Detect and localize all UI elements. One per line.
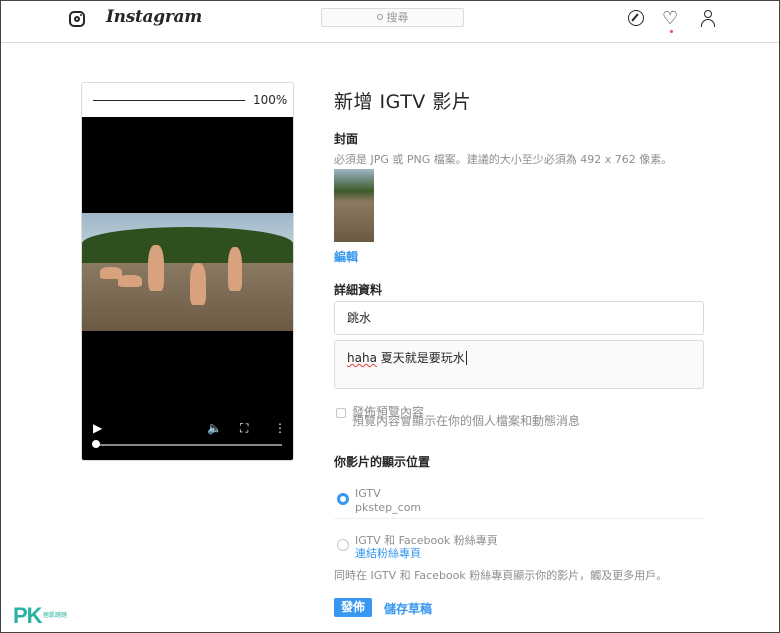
upload-progress-bar (93, 100, 245, 101)
seek-bar[interactable] (96, 444, 282, 446)
description-text: 夏天就是要玩水 (376, 351, 465, 365)
placement-label: 你影片的顯示位置 (334, 455, 431, 469)
video-preview-panel: 100% ▶ 🔈 ⛶ ⋮ (81, 82, 294, 461)
save-draft-button[interactable]: 儲存草稿 (384, 600, 432, 617)
preview-checkbox-sub: 預覽內容會顯示在你的個人檔案和動態消息 (352, 414, 581, 428)
video-player[interactable]: ▶ 🔈 ⛶ ⋮ (82, 117, 293, 460)
watermark-sub: 痞凱踏踏 (43, 612, 68, 619)
preview-checkbox[interactable] (336, 408, 346, 418)
description-field[interactable]: haha 夏天就是要玩水 (334, 340, 704, 389)
search-icon (376, 14, 383, 20)
upload-progress-percent: 100% (253, 93, 288, 107)
details-label: 詳細資料 (334, 283, 383, 297)
compass-icon[interactable] (628, 10, 644, 26)
radio-igtv-facebook[interactable] (337, 539, 349, 551)
description-prefix: haha (347, 351, 377, 365)
notification-dot (670, 30, 673, 33)
publish-button[interactable]: 發佈 (334, 598, 372, 617)
fullscreen-icon[interactable]: ⛶ (240, 421, 248, 436)
page-title: 新增 IGTV 影片 (334, 91, 472, 113)
search-placeholder: 搜尋 (386, 11, 409, 24)
top-navigation-bar: Instagram 搜尋 ♡ (1, 1, 779, 43)
seek-handle[interactable] (92, 440, 100, 448)
option-igtv-account: pkstep_com (355, 501, 422, 514)
instagram-icon[interactable] (69, 11, 85, 27)
volume-icon[interactable]: 🔈 (207, 421, 222, 435)
option-igtv-label: IGTV (355, 487, 381, 500)
cover-thumbnail[interactable] (334, 169, 374, 242)
play-icon[interactable]: ▶ (93, 421, 102, 435)
heart-icon[interactable]: ♡ (662, 10, 680, 28)
divider (334, 518, 704, 519)
video-frame (82, 213, 293, 331)
watermark-logo: PK (13, 603, 43, 628)
title-field[interactable]: 跳水 (334, 301, 704, 335)
more-icon[interactable]: ⋮ (274, 421, 286, 435)
placement-footnote: 同時在 IGTV 和 Facebook 粉絲專頁顯示你的影片，觸及更多用戶。 (334, 569, 668, 582)
cover-label: 封面 (334, 132, 359, 146)
search-input[interactable]: 搜尋 (321, 8, 464, 27)
edit-cover-link[interactable]: 編輯 (334, 248, 358, 265)
radio-igtv[interactable] (337, 493, 349, 505)
cover-hint: 必須是 JPG 或 PNG 檔案。建議的大小至少必須為 492 x 762 像素… (334, 153, 673, 166)
connect-page-link[interactable]: 連結粉絲專頁 (355, 545, 421, 561)
instagram-wordmark[interactable]: Instagram (106, 7, 202, 27)
user-icon[interactable] (700, 10, 718, 28)
